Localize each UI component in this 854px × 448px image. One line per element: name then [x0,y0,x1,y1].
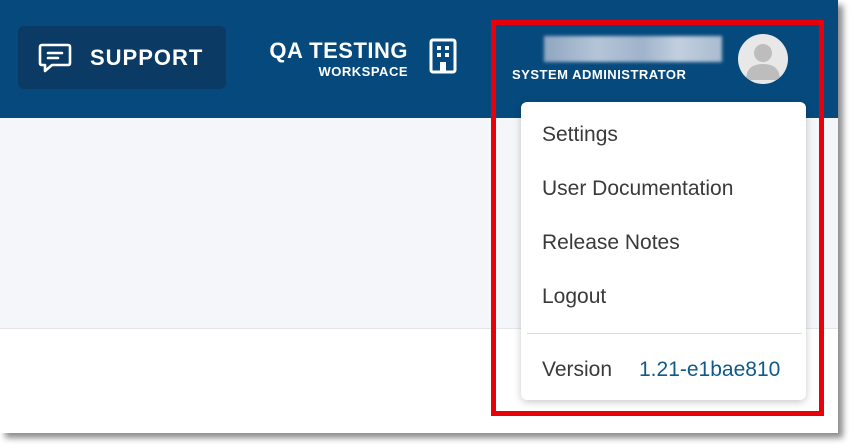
building-icon[interactable] [429,38,457,74]
menu-item-settings[interactable]: Settings [542,123,618,147]
app-window: SUPPORT QA TESTING WORKSPACE SYSTEM ADMI… [0,0,838,433]
workspace-selector[interactable]: QA TESTING WORKSPACE [269,38,408,80]
menu-item-user-documentation[interactable]: User Documentation [542,177,733,201]
user-silhouette-icon [746,44,780,80]
workspace-type: WORKSPACE [318,64,408,79]
user-avatar[interactable] [738,34,788,84]
version-value: 1.21-e1bae810 [639,358,781,381]
menu-item-release-notes[interactable]: Release Notes [542,231,680,255]
chat-bubble-icon [38,43,72,73]
menu-divider [527,333,802,334]
menu-item-logout[interactable]: Logout [542,285,606,309]
user-dropdown-menu: Settings User Documentation Release Note… [521,102,806,400]
workspace-name: QA TESTING [269,38,408,63]
support-label: SUPPORT [90,45,204,70]
user-name-redacted [544,36,722,62]
user-role: SYSTEM ADMINISTRATOR [512,67,687,82]
version-label: Version [542,358,613,381]
support-button[interactable]: SUPPORT [18,26,226,89]
top-navigation-bar: SUPPORT QA TESTING WORKSPACE SYSTEM ADMI… [0,0,838,118]
